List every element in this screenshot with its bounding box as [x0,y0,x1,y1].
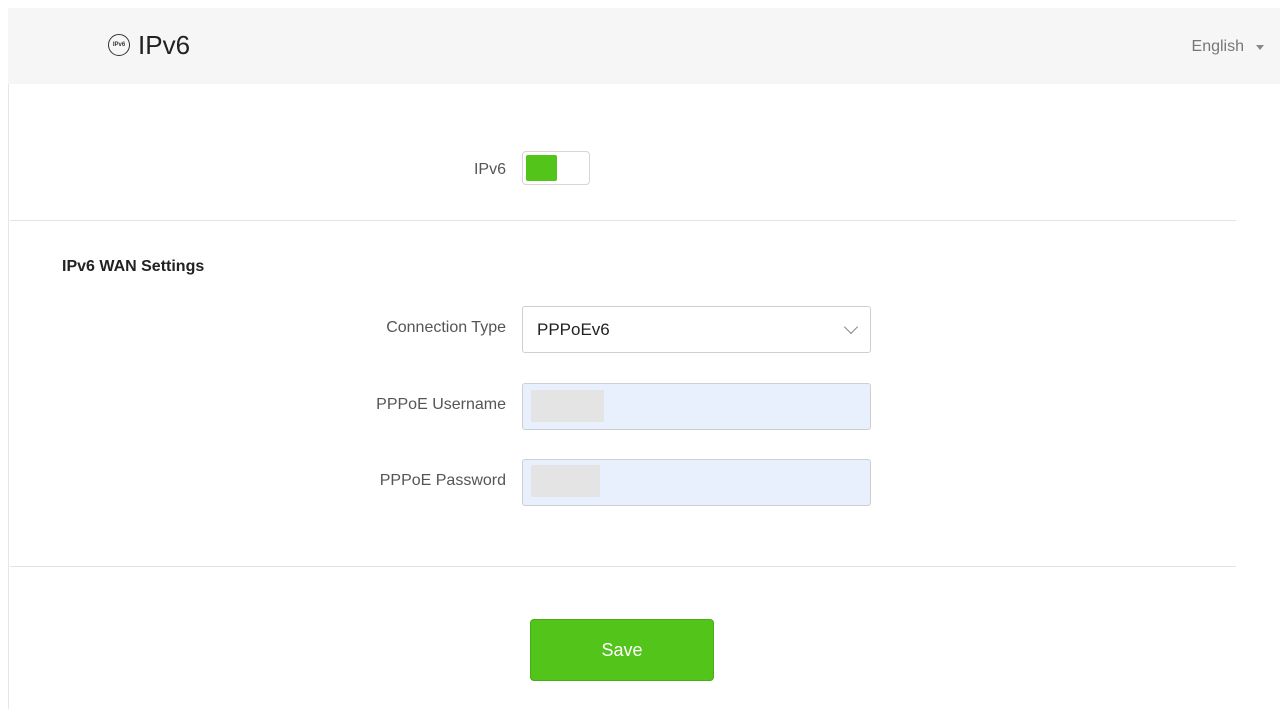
connection-type-value: PPPoEv6 [537,319,610,339]
language-selector[interactable]: English [1192,38,1264,56]
page-title: IPv6 [138,29,191,60]
chevron-down-icon [843,319,859,335]
ipv6-icon: IPv6 [108,34,130,56]
section-title: IPv6 WAN Settings [62,258,205,275]
redacted-password [531,465,600,497]
page-header: IPv6 IPv6 English [8,8,1280,84]
divider [10,566,1236,567]
divider [10,220,1236,221]
pppoe-password-label: PPPoE Password [379,472,506,489]
ipv6-toggle-label: IPv6 [473,161,506,178]
connection-type-label: Connection Type [386,319,506,336]
ipv6-icon-text: IPv6 [112,42,126,48]
toggle-knob-on [526,155,557,181]
redacted-username [531,390,604,422]
title-group: IPv6 IPv6 [108,30,190,60]
save-button[interactable]: Save [530,619,714,681]
ipv6-toggle[interactable] [522,151,590,185]
page-frame [8,8,1280,709]
language-label: English [1191,38,1244,55]
pppoe-username-label: PPPoE Username [376,396,506,413]
caret-down-icon [1256,44,1264,50]
connection-type-select[interactable]: PPPoEv6 [522,306,871,353]
